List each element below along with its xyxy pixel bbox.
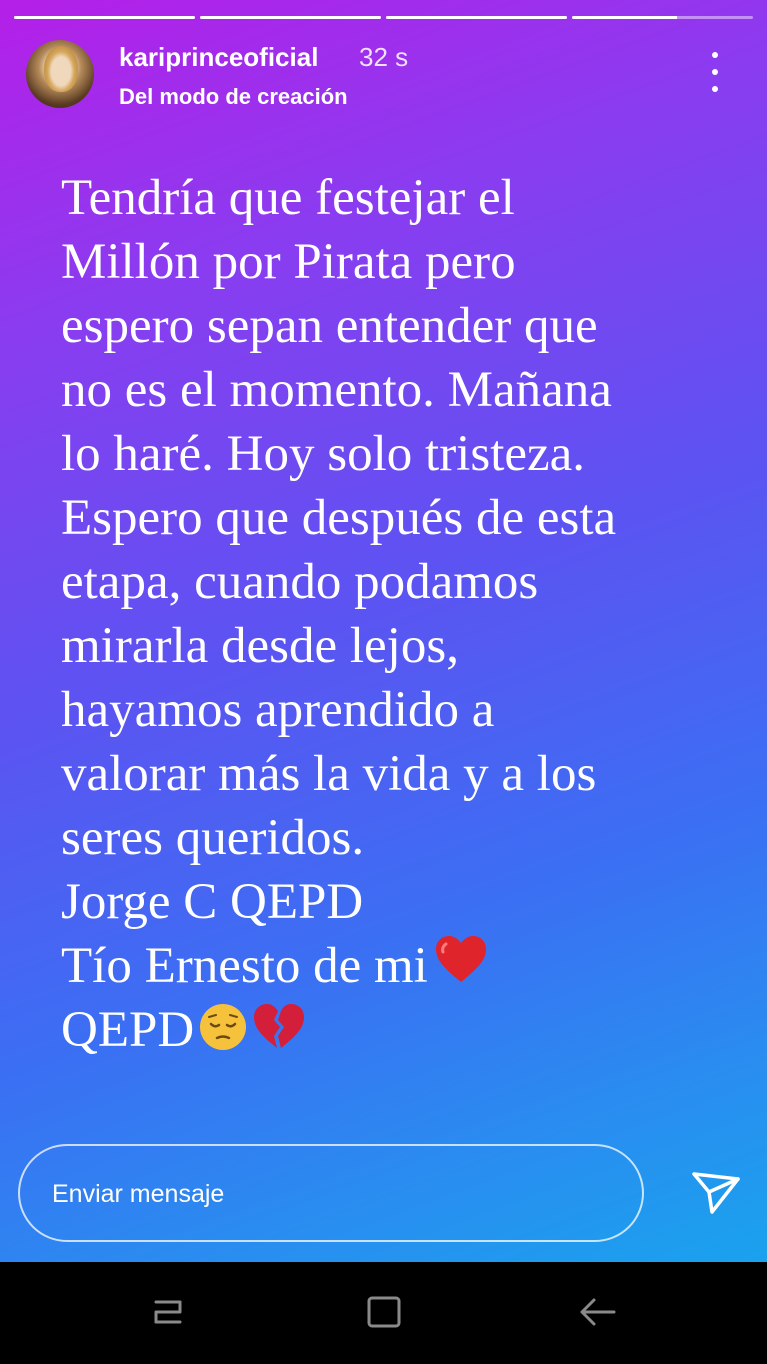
progress-segment [572,16,753,19]
username[interactable]: kariprinceoficial [119,42,318,73]
recents-icon[interactable] [148,1292,188,1332]
caption-line: Jorge C QEPD [61,874,364,930]
caption-line: espero sepan entender que [61,298,598,354]
caption-line-emojis: QEPD [61,998,751,1062]
caption-line: etapa, cuando podamos [61,554,539,610]
story-caption: Tendría que festejar el Millón por Pirat… [61,166,751,1062]
avatar[interactable] [26,40,94,108]
send-message-placeholder: Enviar mensaje [52,1180,225,1208]
caption-line: valorar más la vida y a los [61,746,597,802]
caption-line: Espero que después de esta [61,490,617,546]
broken-heart-icon [254,1004,305,1048]
story-progress-bar [14,16,753,19]
timestamp: 32 s [359,42,409,72]
progress-segment [386,16,567,19]
system-navigation-bar [0,1262,767,1364]
caption-line: seres queridos. [61,810,365,866]
red-heart-icon [435,936,486,982]
caption-line: mirarla desde lejos, [61,618,459,674]
caption-line: Tío Ernesto de mi [61,938,428,994]
caption-line-heart: Tío Ernesto de mi [61,934,751,998]
send-icon[interactable] [690,1170,742,1216]
caption-line: Tendría que festejar el [61,170,515,226]
progress-segment [14,16,195,19]
caption-line: Millón por Pirata pero [61,234,516,290]
more-options-icon[interactable] [700,52,730,92]
story-view[interactable]: kariprinceoficial 32 s Del modo de creac… [0,0,767,1262]
caption-line: hayamos aprendido a [61,682,495,738]
story-source-label[interactable]: Del modo de creación [119,84,348,110]
caption-line: no es el momento. Mañana [61,362,612,418]
caption-line: QEPD [61,1002,195,1058]
pensive-face-icon [200,1004,247,1050]
caption-line: lo haré. Hoy solo tristeza. [61,426,586,482]
home-icon[interactable] [364,1292,404,1332]
send-message-input[interactable]: Enviar mensaje [18,1144,644,1242]
back-icon[interactable] [578,1292,618,1332]
progress-segment [200,16,381,19]
